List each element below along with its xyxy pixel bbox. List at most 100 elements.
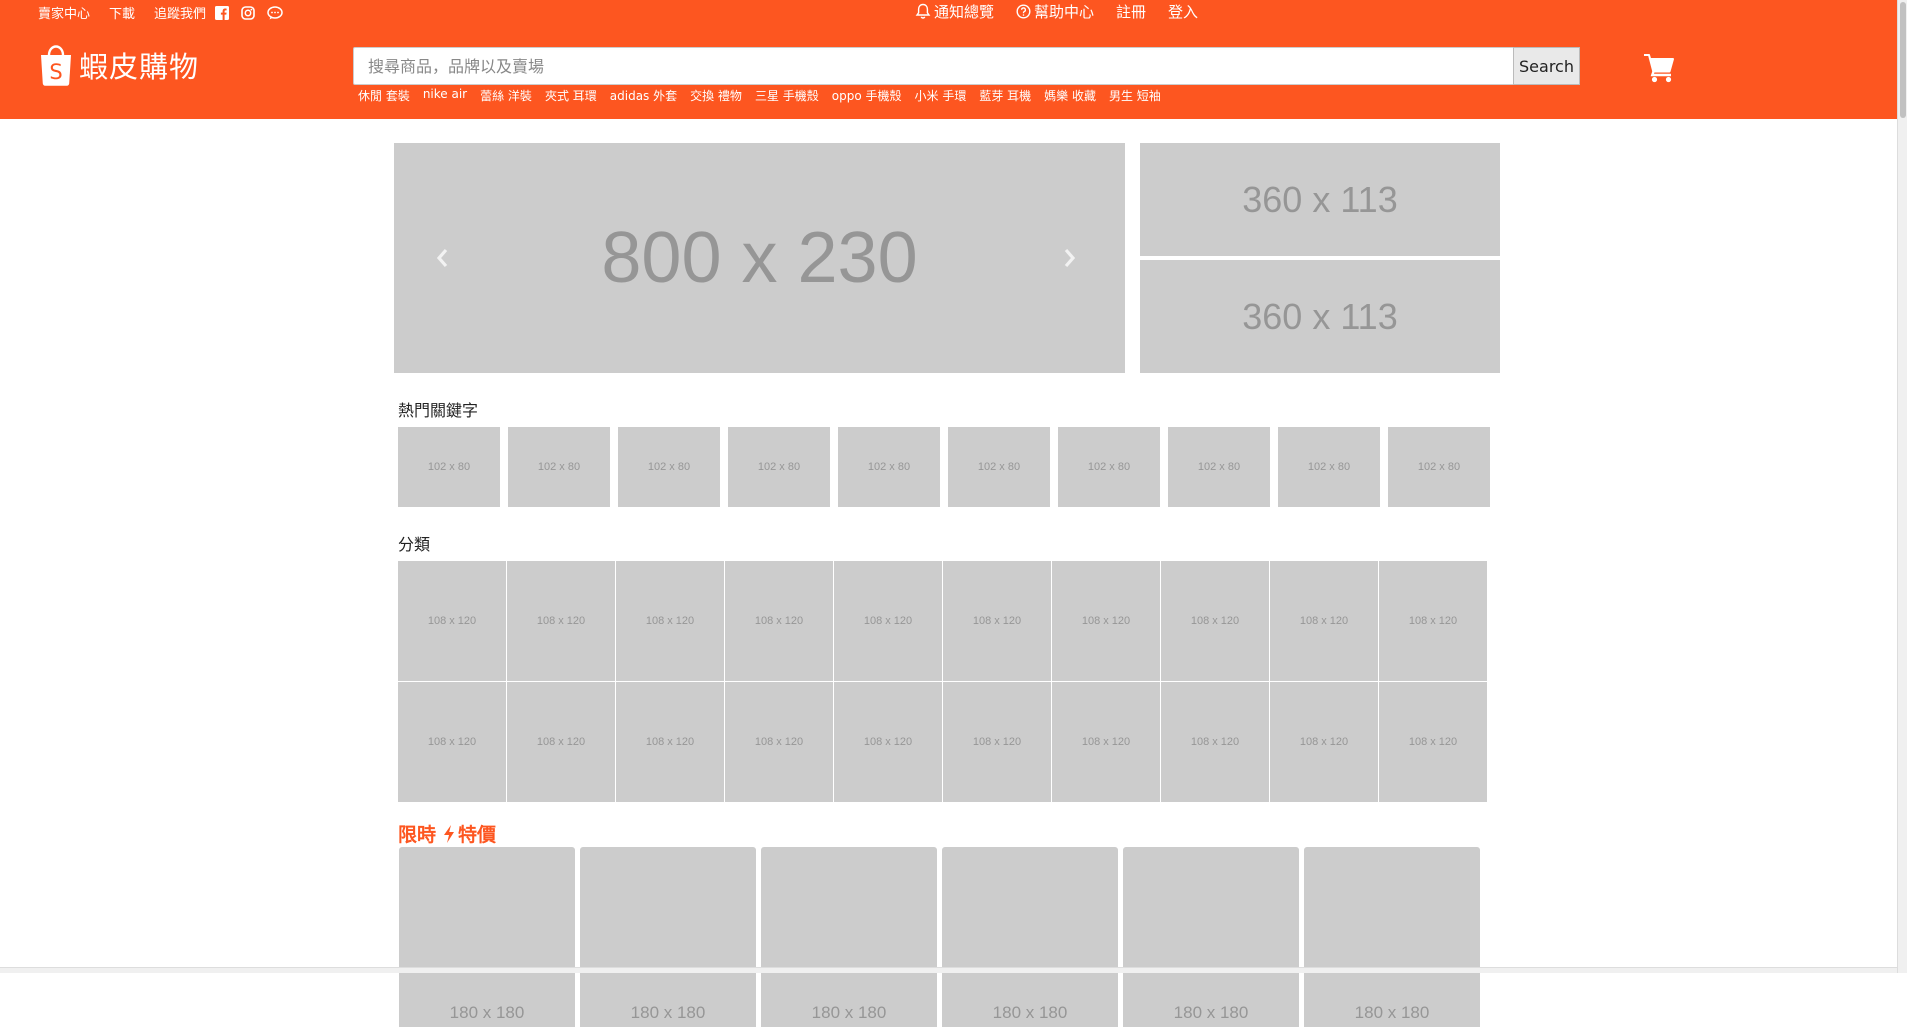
keyword-tile-label: 102 x 80 (537, 461, 581, 473)
keyword-tile[interactable]: 102 x 80 (948, 427, 1050, 507)
category-tile[interactable]: 108 x 120 (943, 561, 1051, 681)
category-tile-label: 108 x 120 (863, 615, 913, 627)
flash-sale-item[interactable]: 180 x 180 (761, 847, 937, 1027)
hot-word-link[interactable]: nike air (423, 87, 467, 104)
facebook-icon[interactable] (215, 5, 230, 20)
category-tile-label: 108 x 120 (645, 736, 695, 748)
shopping-cart-icon[interactable] (1643, 53, 1675, 87)
bell-icon (915, 3, 931, 19)
seller-center-link[interactable]: 賣家中心 (38, 3, 90, 22)
login-link[interactable]: 登入 (1168, 1, 1198, 22)
search-button[interactable]: Search (1513, 47, 1580, 85)
vertical-scrollbar[interactable] (1897, 0, 1907, 973)
category-tile[interactable]: 108 x 120 (725, 682, 833, 802)
follow-us-label: 追蹤我們 (154, 7, 207, 22)
flash-sale-item-label: 180 x 180 (992, 1003, 1068, 1022)
keyword-tile-label: 102 x 80 (1417, 461, 1461, 473)
flash-sale-item[interactable]: 180 x 180 (1304, 847, 1480, 1027)
hot-word-link[interactable]: 三星 手機殼 (755, 87, 819, 104)
keyword-tile[interactable]: 102 x 80 (1388, 427, 1490, 507)
hot-word-link[interactable]: adidas 外套 (610, 87, 677, 104)
keyword-tile[interactable]: 102 x 80 (398, 427, 500, 507)
category-tile[interactable]: 108 x 120 (1161, 682, 1269, 802)
category-tile[interactable]: 108 x 120 (1270, 561, 1378, 681)
chevron-right-icon[interactable] (1060, 243, 1080, 273)
category-tile[interactable]: 108 x 120 (507, 561, 615, 681)
download-link[interactable]: 下載 (109, 3, 135, 22)
hot-word-link[interactable]: 休閒 套裝 (358, 87, 410, 104)
category-tile-label: 108 x 120 (1081, 736, 1131, 748)
flash-sale-item[interactable]: 180 x 180 (1123, 847, 1299, 1027)
register-link[interactable]: 註冊 (1116, 1, 1146, 22)
category-tile[interactable]: 108 x 120 (398, 561, 506, 681)
side-banner-bottom[interactable]: 360 x 113 (1140, 260, 1500, 373)
categories-heading: 分類 (398, 535, 431, 554)
svg-text:S: S (49, 60, 62, 84)
notifications-link[interactable]: 通知總覽 (915, 1, 994, 22)
flash-sale-item[interactable]: 180 x 180 (942, 847, 1118, 1027)
category-tile-label: 108 x 120 (1190, 615, 1240, 627)
keyword-tile[interactable]: 102 x 80 (1278, 427, 1380, 507)
main-banner-carousel[interactable]: 800 x 230 (394, 143, 1125, 373)
flash-sale-title-b: 特價 (458, 824, 497, 846)
side-banner-top[interactable]: 360 x 113 (1140, 143, 1500, 256)
category-tile[interactable]: 108 x 120 (1052, 682, 1160, 802)
chevron-left-icon[interactable] (432, 243, 452, 273)
category-tile[interactable]: 108 x 120 (398, 682, 506, 802)
category-tile[interactable]: 108 x 120 (943, 682, 1051, 802)
shopee-logo[interactable]: S 蝦皮購物 (38, 44, 199, 86)
hot-word-link[interactable]: oppo 手機殼 (832, 87, 902, 104)
category-tile[interactable]: 108 x 120 (1161, 561, 1269, 681)
flash-sale-item[interactable]: 180 x 180 (399, 847, 575, 1027)
flash-sale-item-label: 180 x 180 (811, 1003, 887, 1022)
category-tile[interactable]: 108 x 120 (834, 682, 942, 802)
chat-icon[interactable] (267, 5, 283, 20)
hot-word-link[interactable]: 夾式 耳環 (545, 87, 597, 104)
instagram-icon[interactable] (241, 5, 255, 20)
flash-sale-item-label: 180 x 180 (1354, 1003, 1430, 1022)
category-tile[interactable]: 108 x 120 (1270, 682, 1378, 802)
category-tile[interactable]: 108 x 120 (1379, 682, 1487, 802)
category-tile[interactable]: 108 x 120 (725, 561, 833, 681)
category-tile[interactable]: 108 x 120 (1052, 561, 1160, 681)
hot-word-link[interactable]: 蕾絲 洋裝 (480, 87, 532, 104)
category-tile-label: 108 x 120 (427, 615, 477, 627)
keyword-tile-label: 102 x 80 (1307, 461, 1351, 473)
hot-word-link[interactable]: 媽樂 收藏 (1044, 87, 1096, 104)
hot-word-link[interactable]: 交換 禮物 (690, 87, 742, 104)
category-tile[interactable]: 108 x 120 (1379, 561, 1487, 681)
search-bar: Search (353, 47, 1580, 85)
keyword-tile[interactable]: 102 x 80 (508, 427, 610, 507)
question-circle-icon (1016, 4, 1031, 19)
category-tile-label: 108 x 120 (863, 736, 913, 748)
category-tile-label: 108 x 120 (754, 615, 804, 627)
top-navbar: 賣家中心 下載 追蹤我們 通知總覽 幫助中心 註冊 登入 (0, 0, 1897, 22)
scrollbar-thumb[interactable] (1900, 2, 1906, 118)
keyword-tile-label: 102 x 80 (1197, 461, 1241, 473)
help-center-label: 幫助中心 (1034, 3, 1095, 21)
hot-word-link[interactable]: 小米 手環 (915, 87, 967, 104)
flash-sale-item[interactable]: 180 x 180 (580, 847, 756, 1027)
help-center-link[interactable]: 幫助中心 (1016, 1, 1094, 22)
horizontal-scrollbar[interactable] (0, 967, 1897, 973)
keyword-tile-label: 102 x 80 (867, 461, 911, 473)
keyword-tile-label: 102 x 80 (427, 461, 471, 473)
flash-sale-title-a: 限時 (398, 824, 437, 846)
keyword-tile[interactable]: 102 x 80 (1168, 427, 1270, 507)
search-input[interactable] (353, 47, 1514, 85)
side-banner-label: 360 x 113 (1242, 178, 1398, 220)
category-tile-label: 108 x 120 (536, 736, 586, 748)
hot-word-link[interactable]: 藍芽 耳機 (979, 87, 1031, 104)
category-tile[interactable]: 108 x 120 (507, 682, 615, 802)
hot-word-link[interactable]: 男生 短袖 (1109, 87, 1161, 104)
category-tile[interactable]: 108 x 120 (834, 561, 942, 681)
keyword-tile[interactable]: 102 x 80 (1058, 427, 1160, 507)
keyword-tile[interactable]: 102 x 80 (838, 427, 940, 507)
category-tile[interactable]: 108 x 120 (616, 561, 724, 681)
flash-sale-item-label: 180 x 180 (1173, 1003, 1249, 1022)
keyword-tile[interactable]: 102 x 80 (618, 427, 720, 507)
category-tile[interactable]: 108 x 120 (616, 682, 724, 802)
keyword-tile[interactable]: 102 x 80 (728, 427, 830, 507)
category-tile-label: 108 x 120 (1299, 736, 1349, 748)
category-tile-label: 108 x 120 (1408, 615, 1458, 627)
